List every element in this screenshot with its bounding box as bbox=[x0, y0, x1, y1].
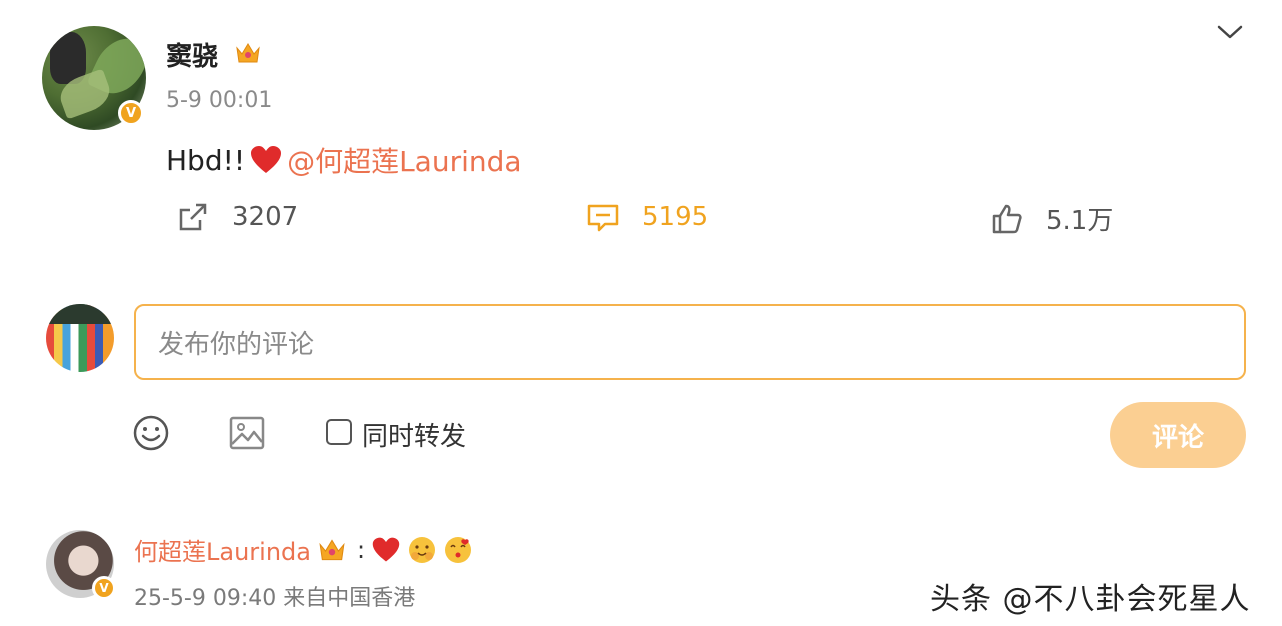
hug-face-icon bbox=[409, 536, 436, 563]
comment-count: 5195 bbox=[642, 202, 709, 232]
smile-icon[interactable] bbox=[132, 414, 170, 452]
comment-button[interactable]: 5195 bbox=[586, 200, 708, 234]
repost-icon bbox=[179, 203, 207, 231]
post-author-name[interactable]: 窦骁 bbox=[166, 36, 218, 73]
repost-button[interactable]: 3207 bbox=[176, 200, 298, 234]
reply-line: 何超莲Laurinda : bbox=[134, 532, 473, 567]
like-button[interactable]: 5.1万 bbox=[990, 200, 1113, 237]
verified-badge-icon: V bbox=[118, 100, 144, 126]
image-icon[interactable] bbox=[228, 414, 266, 452]
repost-count: 3207 bbox=[232, 202, 299, 232]
reply-meta: 25-5-9 09:40 来自中国香港 bbox=[134, 586, 416, 611]
crown-icon bbox=[319, 538, 345, 560]
comment-icon bbox=[587, 204, 619, 232]
heart-icon bbox=[251, 146, 282, 173]
post-timestamp[interactable]: 5-9 00:01 bbox=[166, 88, 272, 113]
verified-badge-icon: V bbox=[92, 576, 116, 600]
comment-input[interactable]: 发布你的评论 bbox=[134, 304, 1246, 380]
kiss-face-icon bbox=[445, 536, 472, 563]
crown-icon bbox=[236, 43, 260, 63]
submit-comment-button[interactable]: 评论 bbox=[1110, 402, 1246, 468]
heart-icon bbox=[372, 537, 400, 561]
like-count: 5.1万 bbox=[1046, 206, 1114, 236]
current-user-avatar bbox=[46, 304, 114, 372]
also-repost-checkbox[interactable] bbox=[326, 419, 352, 445]
like-icon bbox=[992, 204, 1022, 233]
comment-input-placeholder: 发布你的评论 bbox=[158, 329, 315, 360]
mention-link[interactable]: @何超莲Laurinda bbox=[287, 140, 521, 180]
watermark: 头条 @不八卦会死星人 bbox=[930, 582, 1251, 617]
also-repost-label[interactable]: 同时转发 bbox=[362, 416, 466, 453]
reply-colon: : bbox=[356, 535, 366, 564]
post-content: Hbd!! @何超莲Laurinda bbox=[166, 140, 522, 180]
reply-author-name[interactable]: 何超莲Laurinda bbox=[134, 532, 311, 567]
post-text: Hbd!! bbox=[166, 143, 246, 177]
chevron-down-icon[interactable] bbox=[1216, 22, 1244, 42]
